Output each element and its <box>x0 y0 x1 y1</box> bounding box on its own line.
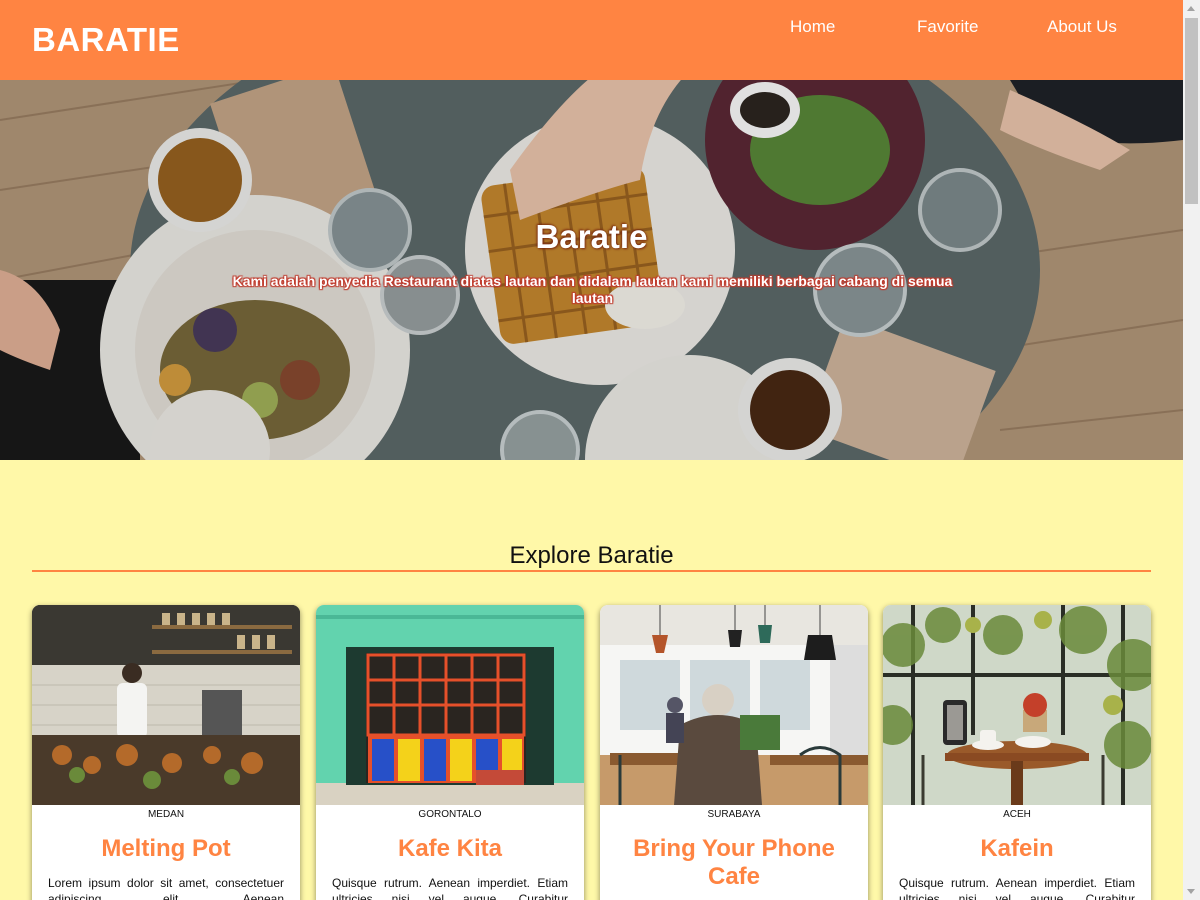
hero-title: Baratie <box>535 218 648 255</box>
card-title[interactable]: Melting Pot <box>42 835 290 863</box>
card-description: Quisque rutrum. Aenean imperdiet. Etiam … <box>332 876 568 900</box>
card-city: SURABAYA <box>707 809 761 820</box>
hero-subtitle: Kami adalah penyedia Restaurant diatas l… <box>232 273 953 306</box>
card-description: Lorem ipsum dolor sit amet, consectetuer… <box>48 876 284 900</box>
scroll-thumb[interactable] <box>1185 18 1198 204</box>
card-city: ACEH <box>1003 809 1031 820</box>
restaurant-image <box>883 605 1151 805</box>
page-scrollbar[interactable] <box>1183 0 1200 900</box>
hero-image <box>0 80 1183 460</box>
nav-about-us[interactable]: About Us <box>1047 17 1117 37</box>
nav-favorite[interactable]: Favorite <box>917 17 978 37</box>
hero-banner: Baratie Kami adalah penyedia Restaurant … <box>0 80 1183 460</box>
card-title[interactable]: Bring Your Phone Cafe <box>610 835 858 891</box>
restaurant-card[interactable]: ACEH Kafein Quisque rutrum. Aenean imper… <box>883 605 1151 900</box>
card-title[interactable]: Kafein <box>893 835 1141 863</box>
scroll-up-arrow-icon[interactable] <box>1183 0 1200 17</box>
explore-heading: Explore Baratie <box>509 542 674 569</box>
brand-logo[interactable]: BARATIE <box>32 21 180 59</box>
card-city: MEDAN <box>147 809 185 820</box>
top-navbar: BARATIE Home Favorite About Us <box>0 0 1183 80</box>
scroll-down-arrow-icon[interactable] <box>1183 883 1200 900</box>
restaurant-image <box>600 605 868 805</box>
card-title[interactable]: Kafe Kita <box>326 835 574 863</box>
card-city: GORONTALO <box>418 809 482 820</box>
restaurant-card[interactable]: MEDAN Melting Pot Lorem ipsum dolor sit … <box>32 605 300 900</box>
restaurant-card[interactable]: GORONTALO Kafe Kita Quisque rutrum. Aene… <box>316 605 584 900</box>
restaurant-card[interactable]: SURABAYA Bring Your Phone Cafe <box>600 605 868 900</box>
explore-divider <box>32 570 1151 572</box>
card-description: Quisque rutrum. Aenean imperdiet. Etiam … <box>899 876 1135 900</box>
restaurant-image <box>32 605 300 805</box>
nav-home[interactable]: Home <box>790 17 835 37</box>
restaurant-image <box>316 605 584 805</box>
